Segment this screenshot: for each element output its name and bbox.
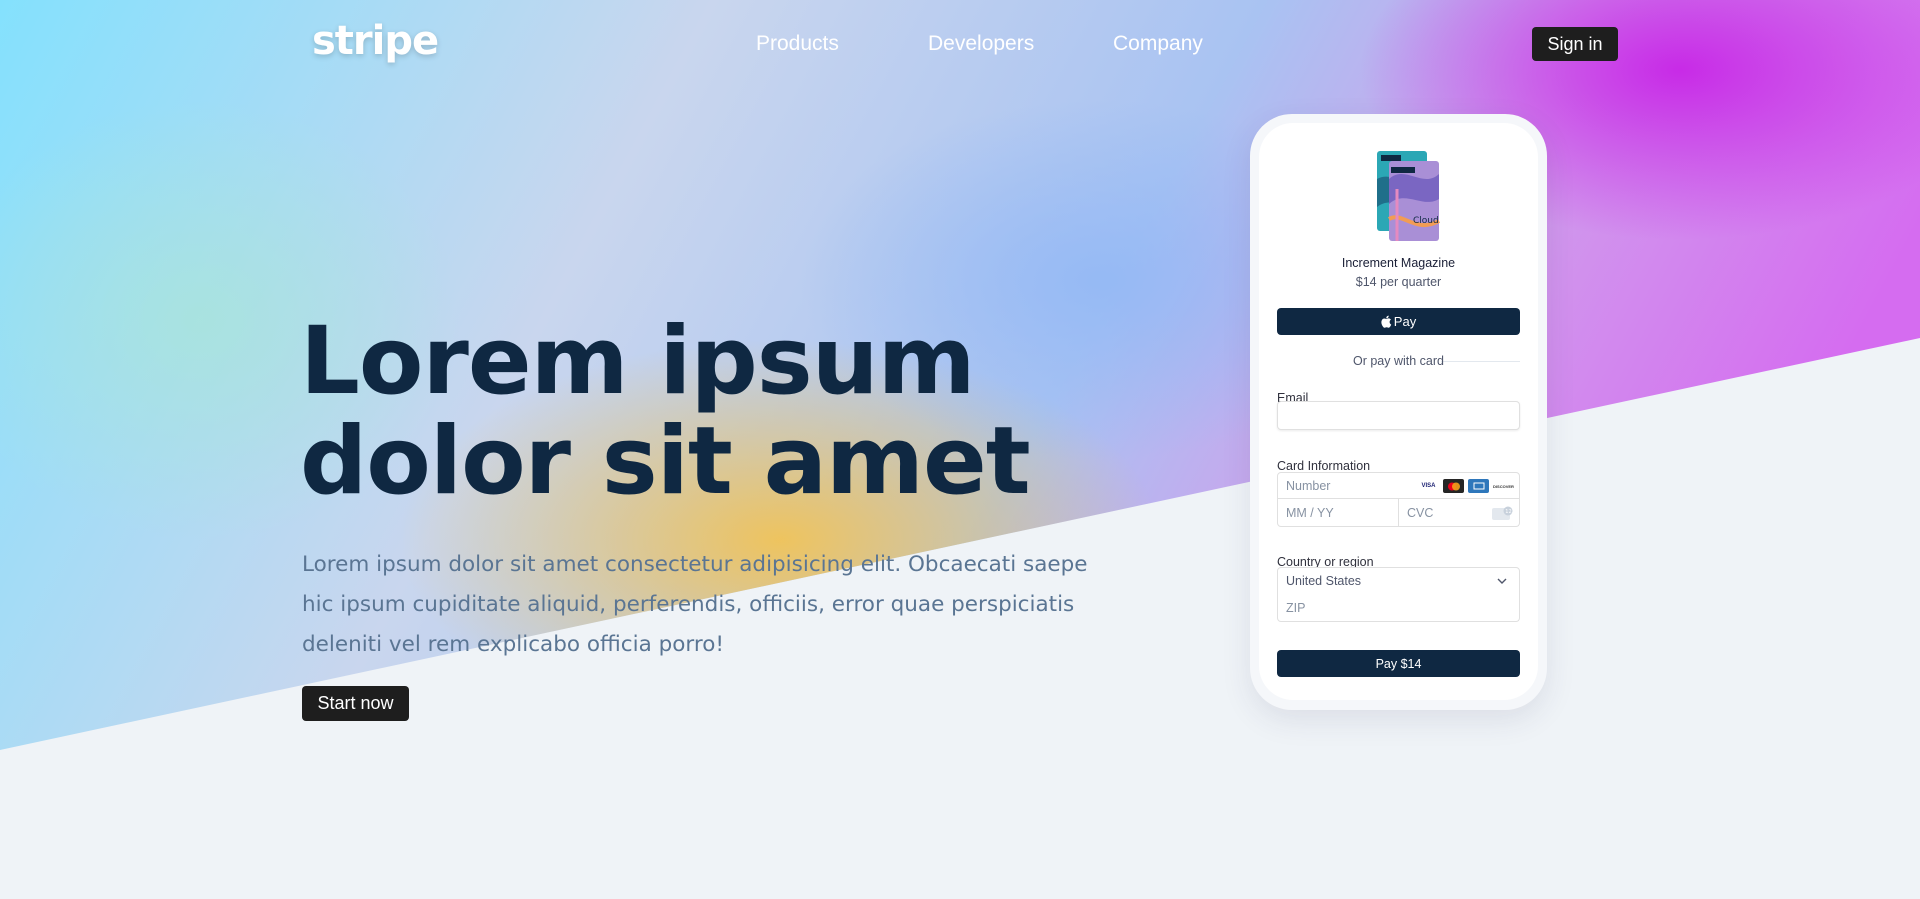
card-brand-icons: VISA DISCOVER [1418,479,1514,493]
start-now-button[interactable]: Start now [302,686,409,721]
card-cvc-field[interactable]: CVC 123 [1399,499,1520,527]
headline-line-1: Lorem ipsum [300,307,976,416]
product-price: $14 per quarter [1355,275,1442,289]
apple-pay-label: Pay [1393,314,1417,329]
card-expiry-field[interactable]: MM / YY [1277,499,1399,527]
stripe-logo[interactable]: stripe [312,18,439,64]
product-name: Increment Magazine [1341,256,1456,270]
card-number-field[interactable]: Number VISA DISCOVER [1277,472,1520,499]
amex-icon [1468,479,1489,493]
apple-pay-button[interactable]: Pay [1277,308,1520,335]
cvc-card-icon: 123 [1492,506,1514,520]
card-information-label: Card Information [1277,459,1371,473]
hero-lead-paragraph: Lorem ipsum dolor sit amet consectetur a… [302,552,1088,657]
hero-headline: Lorem ipsum dolor sit amet [300,307,1031,516]
zip-field[interactable]: ZIP [1277,594,1520,622]
phone-checkout-mockup: Cloud Increment Magazine $14 per quarter… [1250,114,1547,710]
nav-link-company[interactable]: Company [1113,32,1203,56]
card-cvc-placeholder: CVC [1407,505,1434,520]
checkout-screen: Cloud Increment Magazine $14 per quarter… [1259,123,1538,700]
sign-in-button[interactable]: Sign in [1532,27,1618,61]
headline-line-2: dolor sit amet [300,407,1031,516]
svg-text:123: 123 [1505,509,1514,515]
mastercard-icon [1443,479,1464,493]
nav-link-products[interactable]: Products [756,32,839,56]
top-navigation: stripe Products Developers Company Sign … [0,0,1920,88]
country-value: United States [1286,574,1362,588]
pay-with-card-divider: Or pay with card [1352,354,1444,368]
visa-icon: VISA [1418,479,1439,493]
email-field[interactable] [1277,401,1520,430]
chevron-down-icon [1497,578,1507,584]
nav-link-developers[interactable]: Developers [928,32,1034,56]
discover-icon: DISCOVER [1493,479,1514,493]
card-number-placeholder: Number [1286,478,1331,493]
magazine-cover-text: Cloud [1413,216,1439,226]
magazine-cover-image: Cloud [1377,151,1440,241]
apple-icon [1381,315,1391,328]
country-select[interactable]: United States [1277,567,1520,595]
pay-button[interactable]: Pay $14 [1277,650,1520,677]
